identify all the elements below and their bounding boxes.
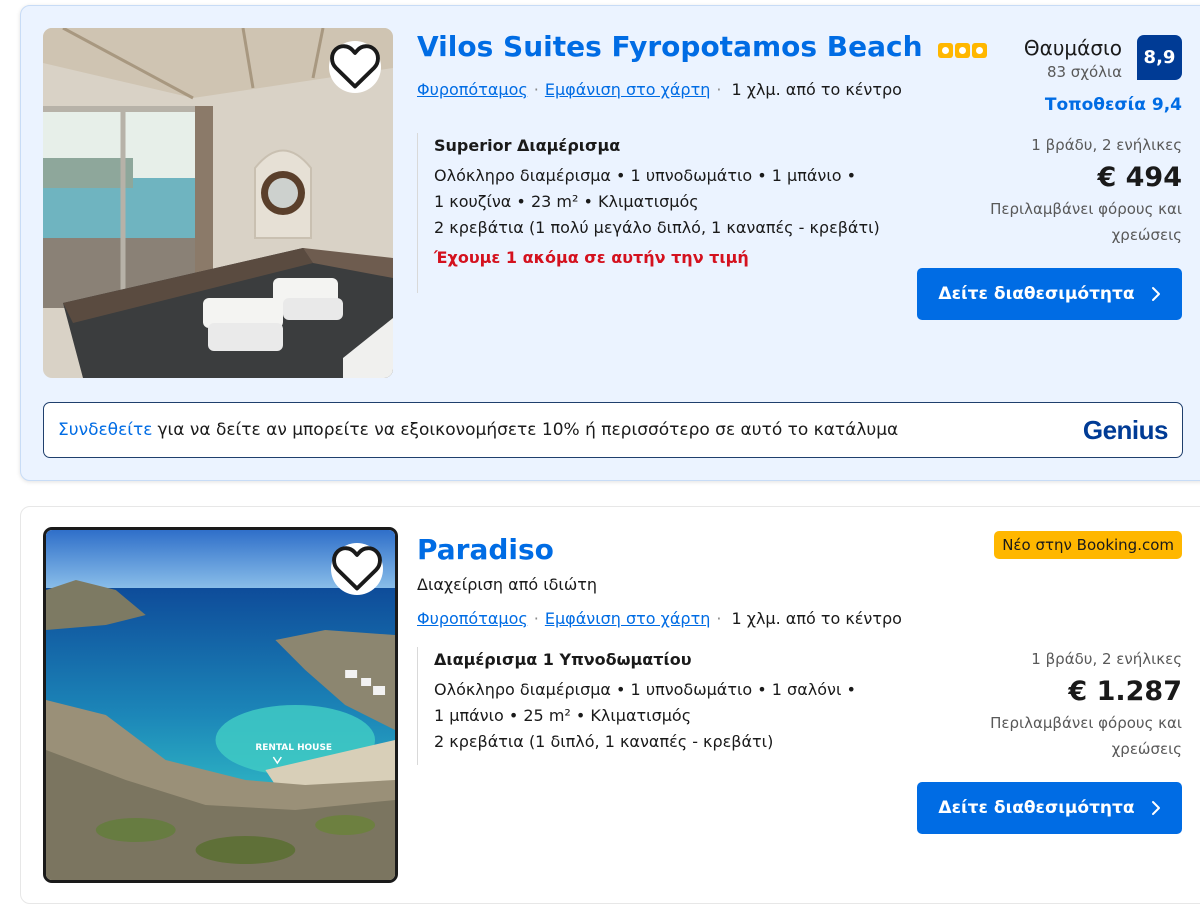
taxes-note: Περιλαμβάνει φόρους και χρεώσεις: [990, 714, 1182, 758]
favorite-button[interactable]: [331, 543, 383, 595]
genius-message: για να δείτε αν μπορείτε να εξοικονομήσε…: [157, 420, 899, 440]
location-link[interactable]: Φυροπόταμος: [417, 609, 528, 628]
chevron-right-icon: [1151, 801, 1160, 815]
show-on-map-link[interactable]: Εμφάνιση στο χάρτη: [545, 609, 710, 628]
genius-logo: Genius: [1082, 414, 1169, 445]
favorite-button[interactable]: [329, 41, 381, 93]
property-title-text[interactable]: Vilos Suites Fyropotamos Beach: [417, 30, 923, 63]
property-card-paradiso: RENTAL HOUSE Paradiso Νέο στην Booking.c…: [20, 506, 1200, 904]
room-name: Superior Διαμέρισμα: [434, 136, 621, 155]
room-name: Διαμέρισμα 1 Υπνοδωματίου: [434, 650, 692, 669]
property-photo[interactable]: [43, 28, 393, 378]
availability-warning: Έχουμε 1 ακόμα σε αυτήν την τιμή: [434, 248, 749, 267]
see-availability-button[interactable]: Δείτε διαθεσιμότητα: [917, 268, 1182, 320]
location-row: Φυροπόταμος · Εμφάνιση στο χάρτη · 1 χλμ. απ…: [417, 609, 902, 628]
host-type: Διαχείριση από ιδιώτη: [417, 575, 597, 594]
price: € 1.287: [1068, 676, 1182, 707]
price-box: 1 βράδυ, 2 ενήλικες € 1.287 Περιλαμβάνει…: [962, 650, 1182, 762]
room-detail-line: 2 κρεβάτια (1 διπλό, 1 καναπές - κρεβάτι…: [434, 732, 774, 751]
location-row: Φυροπόταμος · Εμφάνιση στο χάρτη · 1 χλμ. απ…: [417, 80, 902, 99]
star-icon: [938, 42, 954, 58]
show-on-map-link[interactable]: Εμφάνιση στο χάρτη: [545, 80, 710, 99]
room-detail-line: 1 μπάνιο • 25 m² • Κλιματισμός: [434, 706, 692, 725]
room-info: Διαμέρισμα 1 Υπνοδωματίου Ολόκληρο διαμέ…: [417, 647, 897, 765]
star-rating: [938, 32, 989, 65]
new-on-booking-badge: Νέο στην Booking.com: [994, 531, 1182, 559]
room-detail-line: Ολόκληρο διαμέρισμα • 1 υπνοδωμάτιο • 1 …: [434, 166, 857, 185]
chevron-right-icon: [1151, 287, 1160, 301]
separator-dot: ·: [716, 80, 722, 99]
nights-guests: 1 βράδυ, 2 ενήλικες: [1031, 136, 1182, 154]
star-icon: [972, 42, 988, 58]
price-box: 1 βράδυ, 2 ενήλικες € 494 Περιλαμβάνει φ…: [962, 136, 1182, 248]
star-icon: [955, 42, 971, 58]
genius-signin-banner: Συνδεθείτε για να δείτε αν μπορείτε να ε…: [43, 402, 1183, 458]
see-availability-label: Δείτε διαθεσιμότητα: [938, 284, 1135, 304]
nights-guests: 1 βράδυ, 2 ενήλικες: [1031, 650, 1182, 668]
see-availability-button[interactable]: Δείτε διαθεσιμότητα: [917, 782, 1182, 834]
room-detail-line: 1 κουζίνα • 23 m² • Κλιματισμός: [434, 192, 699, 211]
property-title[interactable]: Vilos Suites Fyropotamos Beach: [417, 30, 989, 65]
genius-signin-link[interactable]: Συνδεθείτε: [58, 420, 152, 440]
review-score-badge[interactable]: 8,9: [1137, 35, 1182, 80]
heart-outline-icon: [332, 546, 382, 591]
separator-dot: ·: [533, 80, 539, 99]
review-count[interactable]: 83 σχόλια: [1047, 63, 1122, 81]
room-detail-line: Ολόκληρο διαμέρισμα • 1 υπνοδωμάτιο • 1 …: [434, 680, 856, 699]
property-photo[interactable]: RENTAL HOUSE: [43, 527, 398, 883]
room-detail-line: 2 κρεβάτια (1 πολύ μεγάλο διπλό, 1 καναπ…: [434, 218, 880, 237]
distance-text: 1 χλμ. από το κέντρο: [731, 609, 902, 628]
location-link[interactable]: Φυροπόταμος: [417, 80, 528, 99]
see-availability-label: Δείτε διαθεσιμότητα: [938, 798, 1135, 818]
room-info: Superior Διαμέρισμα Ολόκληρο διαμέρισμα …: [417, 133, 897, 293]
rating-word[interactable]: Θαυμάσιο: [1024, 36, 1122, 60]
distance-text: 1 χλμ. από το κέντρο: [731, 80, 902, 99]
heart-outline-icon: [330, 44, 380, 89]
taxes-note: Περιλαμβάνει φόρους και χρεώσεις: [990, 200, 1182, 244]
property-card-vilos-suites: Vilos Suites Fyropotamos Beach Φυροπόταμ…: [20, 5, 1200, 481]
price: € 494: [1097, 162, 1182, 193]
separator-dot: ·: [716, 609, 722, 628]
photo-watermark: RENTAL HOUSE: [255, 743, 332, 753]
separator-dot: ·: [533, 609, 539, 628]
location-score[interactable]: Τοποθεσία 9,4: [1045, 95, 1182, 115]
property-title[interactable]: Paradiso: [417, 533, 554, 566]
